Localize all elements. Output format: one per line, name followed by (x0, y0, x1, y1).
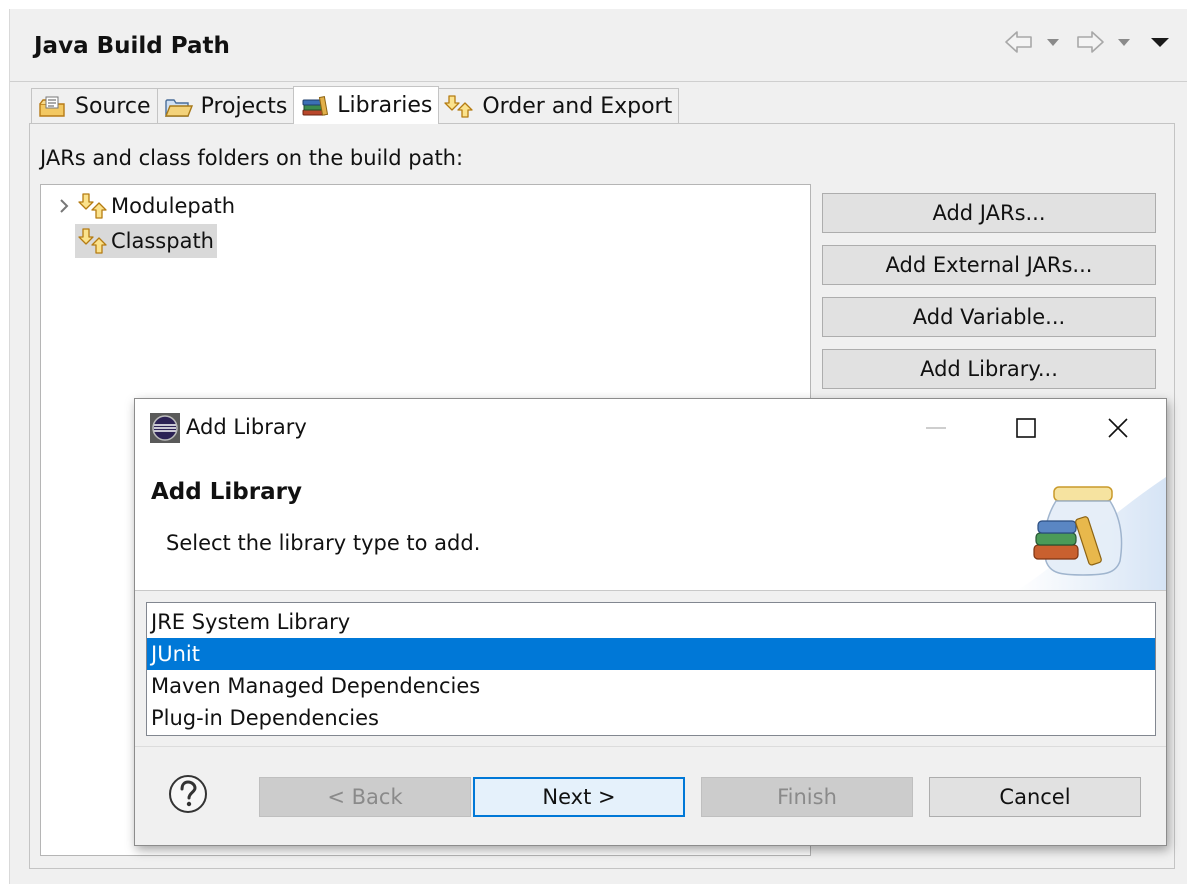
minimize-button[interactable] (911, 407, 961, 449)
tree-item-label: Classpath (111, 229, 214, 253)
help-icon[interactable] (167, 773, 209, 815)
page-title: Java Build Path (34, 33, 230, 59)
expand-chevron-icon[interactable] (53, 189, 75, 223)
forward-arrow-icon (1077, 31, 1104, 53)
order-arrows-icon (444, 93, 476, 121)
back-history-dropdown[interactable] (1045, 27, 1061, 57)
libraries-books-icon (299, 92, 331, 120)
close-icon (1108, 418, 1128, 438)
forward-nav-button[interactable] (1074, 27, 1106, 57)
add-variable-button[interactable]: Add Variable... (822, 297, 1156, 337)
dialog-titlebar[interactable]: Add Library (135, 399, 1166, 457)
add-library-button[interactable]: Add Library... (822, 349, 1156, 389)
tree-item-classpath[interactable]: Classpath (75, 224, 217, 258)
dialog-window-title: Add Library (186, 415, 307, 439)
wizard-banner: Add Library Select the library type to a… (135, 457, 1166, 591)
back-arrow-icon (1005, 31, 1032, 53)
library-type-list[interactable]: JRE System Library JUnit Maven Managed D… (146, 602, 1156, 736)
chevron-down-icon (1047, 39, 1059, 46)
projects-folder-icon (163, 93, 195, 121)
tab-source[interactable]: Source (31, 88, 158, 124)
tab-source-label: Source (75, 94, 151, 119)
cancel-button[interactable]: Cancel (929, 777, 1141, 817)
next-button[interactable]: Next > (473, 777, 685, 817)
maximize-button[interactable] (1001, 407, 1051, 449)
tab-order-and-export[interactable]: Order and Export (438, 88, 680, 124)
tab-projects-label: Projects (200, 94, 288, 119)
wizard-description: Select the library type to add. (166, 531, 481, 555)
eclipse-app-icon (150, 413, 180, 443)
forward-history-dropdown[interactable] (1116, 27, 1132, 57)
tab-order-and-export-label: Order and Export (482, 94, 673, 119)
tree-item-label: Modulepath (111, 194, 236, 218)
modulepath-arrows-icon (78, 193, 107, 219)
back-nav-button[interactable] (1003, 27, 1035, 57)
tab-libraries[interactable]: Libraries (293, 86, 440, 124)
add-library-dialog: Add Library Add Library Select the libra… (134, 398, 1167, 846)
wizard-heading: Add Library (151, 479, 302, 505)
list-item-maven-managed-dependencies[interactable]: Maven Managed Dependencies (147, 670, 1155, 702)
library-jar-icon (1017, 477, 1166, 590)
view-menu-icon (1151, 38, 1169, 47)
finish-button[interactable]: Finish (701, 777, 913, 817)
source-folder-icon (37, 93, 69, 121)
list-item-plug-in-dependencies[interactable]: Plug-in Dependencies (147, 702, 1155, 734)
classpath-arrows-icon (78, 228, 107, 254)
page-header: Java Build Path (10, 9, 1187, 82)
back-button[interactable]: < Back (259, 777, 471, 817)
tree-item-modulepath[interactable]: Modulepath (53, 189, 238, 223)
section-label: JARs and class folders on the build path… (40, 146, 464, 170)
add-external-jars-button[interactable]: Add External JARs... (822, 245, 1156, 285)
list-item-junit[interactable]: JUnit (147, 638, 1155, 670)
minimize-icon (926, 427, 946, 429)
view-menu-button[interactable] (1149, 27, 1171, 57)
close-button[interactable] (1093, 407, 1143, 449)
build-path-tabs: Source Projects Libraries Order and Expo… (31, 86, 680, 124)
add-jars-button[interactable]: Add JARs... (822, 193, 1156, 233)
maximize-icon (1016, 418, 1036, 438)
tab-projects[interactable]: Projects (156, 88, 295, 124)
footer-separator (135, 746, 1166, 747)
tab-libraries-label: Libraries (337, 93, 433, 118)
list-item-jre-system-library[interactable]: JRE System Library (147, 606, 1155, 638)
chevron-down-icon (1118, 39, 1130, 46)
